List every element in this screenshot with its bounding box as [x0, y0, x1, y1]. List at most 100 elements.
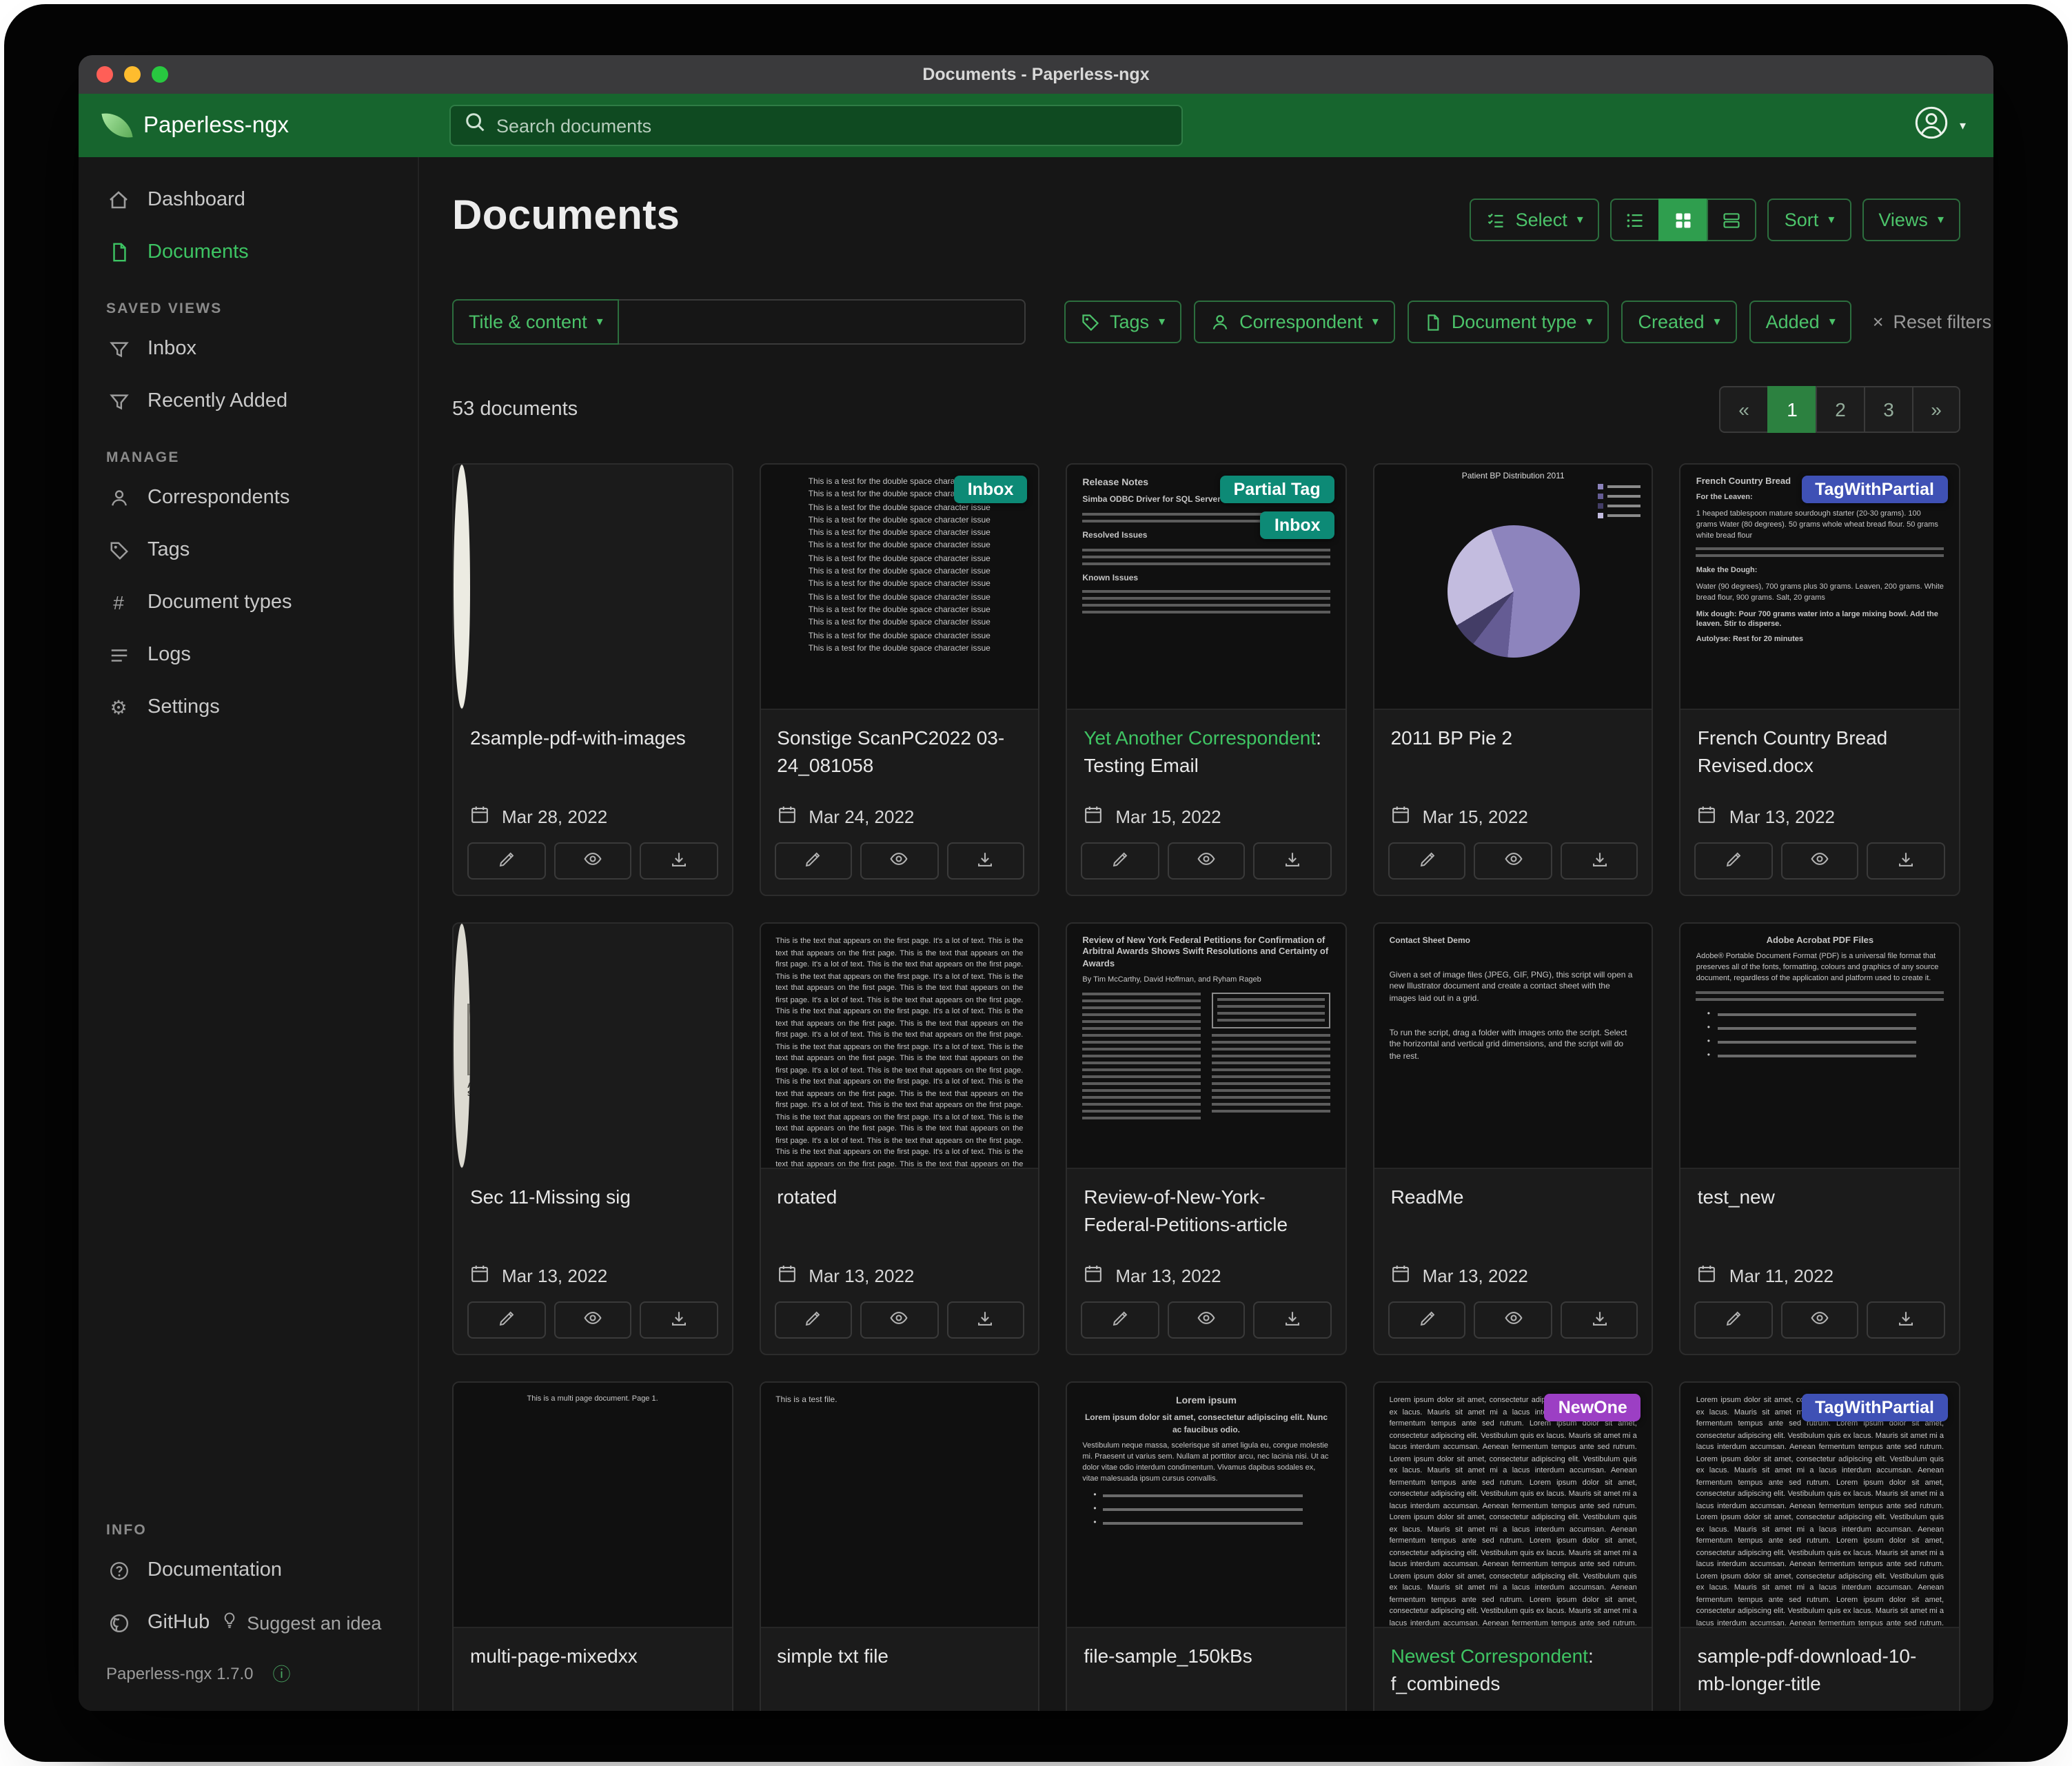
view-button[interactable] [553, 842, 631, 880]
document-type-filter-button[interactable]: Document type ▾ [1408, 301, 1609, 343]
document-correspondent[interactable]: Yet Another Correspondent [1084, 727, 1316, 749]
download-button[interactable] [1254, 842, 1332, 880]
document-thumbnail[interactable]: Adobe Acrobat PDF FilesAdobe® Portable D… [1681, 924, 1959, 1169]
sidebar-item-tags[interactable]: Tags [79, 524, 418, 576]
zoom-window-button[interactable] [152, 66, 168, 83]
global-search[interactable] [449, 105, 1183, 146]
pagination-prev-button[interactable]: « [1719, 386, 1767, 433]
edit-button[interactable] [1388, 1301, 1466, 1339]
brand[interactable]: Paperless-ngx [79, 112, 419, 139]
document-thumbnail[interactable]: This is a test file. [760, 1383, 1038, 1628]
view-button[interactable] [1781, 1301, 1859, 1339]
document-card[interactable]: Partial TagInboxRelease NotesSimba ODBC … [1066, 463, 1346, 896]
edit-button[interactable] [1695, 842, 1773, 880]
document-title[interactable]: Sonstige ScanPC2022 03-24_081058 [760, 710, 1038, 779]
edit-button[interactable] [467, 842, 545, 880]
close-window-button[interactable] [97, 66, 113, 83]
download-button[interactable] [1561, 842, 1638, 880]
view-button[interactable] [1781, 842, 1859, 880]
document-correspondent[interactable]: Newest Correspondent [1391, 1645, 1588, 1667]
grid-view-button[interactable] [1659, 199, 1707, 241]
document-thumbnail[interactable]: Partial TagInboxRelease NotesSimba ODBC … [1067, 465, 1345, 710]
tag-pill[interactable]: NewOne [1545, 1394, 1641, 1421]
edit-button[interactable] [1388, 842, 1466, 880]
download-button[interactable] [1867, 1301, 1945, 1339]
download-button[interactable] [1867, 842, 1945, 880]
added-filter-button[interactable]: Added ▾ [1749, 301, 1852, 343]
document-card[interactable]: 2sample-pdf-with-imagesMar 28, 2022 [452, 463, 733, 896]
document-title[interactable]: simple txt file [760, 1628, 1038, 1670]
document-title[interactable]: Sec 11-Missing sig [454, 1169, 731, 1211]
sidebar-item-document-types[interactable]: # Document types [79, 576, 418, 629]
document-card[interactable]: Patient BP Distribution 20112011 BP Pie … [1373, 463, 1654, 896]
download-button[interactable] [640, 842, 718, 880]
document-thumbnail[interactable]: TagWithPartialLorem ipsum dolor sit amet… [1681, 1383, 1959, 1628]
edit-button[interactable] [1695, 1301, 1773, 1339]
pagination-next-button[interactable]: » [1912, 386, 1960, 433]
edit-button[interactable] [1081, 1301, 1159, 1339]
user-menu[interactable]: ▾ [1914, 104, 1966, 147]
document-card[interactable]: Adobe Acrobat PDF FilesAdobe® Portable D… [1680, 922, 1960, 1355]
document-title[interactable]: Yet Another Correspondent: Testing Email [1067, 710, 1345, 779]
sidebar-item-documents[interactable]: Documents [79, 226, 418, 278]
document-card[interactable]: 1.1. CONTINUING MEDICAL EDUCAAttestation… [452, 922, 733, 1355]
document-thumbnail[interactable]: Contact Sheet DemoGiven a set of image f… [1374, 924, 1652, 1169]
document-thumbnail[interactable]: NewOneLorem ipsum dolor sit amet, consec… [1374, 1383, 1652, 1628]
document-title[interactable]: multi-page-mixedxx [454, 1628, 731, 1670]
list-view-button[interactable] [1611, 199, 1659, 241]
created-filter-button[interactable]: Created ▾ [1621, 301, 1736, 343]
download-button[interactable] [640, 1301, 718, 1339]
document-thumbnail[interactable]: Review of New York Federal Petitions for… [1067, 924, 1345, 1169]
download-button[interactable] [946, 1301, 1024, 1339]
views-button[interactable]: Views ▾ [1862, 199, 1960, 241]
detail-view-button[interactable] [1707, 199, 1757, 241]
document-card[interactable]: NewOneLorem ipsum dolor sit amet, consec… [1373, 1381, 1654, 1711]
document-title[interactable]: sample-pdf-download-10-mb-longer-title [1681, 1628, 1959, 1697]
document-title[interactable]: file-sample_150kBs [1067, 1628, 1345, 1670]
pagination-page-1[interactable]: 1 [1767, 386, 1816, 433]
document-card[interactable]: InboxThis is a test for the double space… [759, 463, 1039, 896]
pagination-page-3[interactable]: 3 [1864, 386, 1912, 433]
reset-filters-button[interactable]: × Reset filters [1873, 312, 1991, 332]
sort-button[interactable]: Sort ▾ [1768, 199, 1851, 241]
document-thumbnail[interactable]: 1.1. CONTINUING MEDICAL EDUCAAttestation… [454, 924, 470, 1169]
document-title[interactable]: French Country Bread Revised.docx [1681, 710, 1959, 779]
document-thumbnail[interactable] [454, 465, 470, 710]
document-card[interactable]: This is the text that appears on the fir… [759, 922, 1039, 1355]
view-button[interactable] [1474, 1301, 1552, 1339]
document-thumbnail[interactable]: Patient BP Distribution 2011 [1374, 465, 1652, 710]
document-thumbnail[interactable]: TagWithPartialFrench Country BreadFor th… [1681, 465, 1959, 710]
sidebar-item-inbox[interactable]: Inbox [79, 323, 418, 375]
tag-pill[interactable]: TagWithPartial [1801, 476, 1948, 503]
document-title[interactable]: ReadMe [1374, 1169, 1652, 1211]
view-button[interactable] [1474, 842, 1552, 880]
sidebar-item-settings[interactable]: ⚙ Settings [79, 681, 418, 733]
document-card[interactable]: TagWithPartialLorem ipsum dolor sit amet… [1680, 1381, 1960, 1711]
search-input[interactable] [496, 115, 1168, 136]
view-button[interactable] [1167, 842, 1245, 880]
minimize-window-button[interactable] [124, 66, 141, 83]
document-title[interactable]: 2sample-pdf-with-images [454, 710, 731, 752]
document-card[interactable]: Contact Sheet DemoGiven a set of image f… [1373, 922, 1654, 1355]
download-button[interactable] [1254, 1301, 1332, 1339]
tags-filter-button[interactable]: Tags ▾ [1064, 301, 1181, 343]
edit-button[interactable] [467, 1301, 545, 1339]
document-title[interactable]: rotated [760, 1169, 1038, 1211]
pagination-page-2[interactable]: 2 [1816, 386, 1864, 433]
correspondent-filter-button[interactable]: Correspondent ▾ [1194, 301, 1395, 343]
tag-pill[interactable]: Partial Tag [1220, 476, 1334, 503]
sidebar-item-github[interactable]: GitHub [79, 1596, 221, 1649]
edit-button[interactable] [774, 842, 852, 880]
info-icon[interactable]: ⓘ [272, 1660, 290, 1686]
document-card[interactable]: This is a multi page document. Page 1.mu… [452, 1381, 733, 1711]
document-card[interactable]: TagWithPartialFrench Country BreadFor th… [1680, 463, 1960, 896]
view-button[interactable] [860, 842, 938, 880]
document-thumbnail[interactable]: Lorem ipsumLorem ipsum dolor sit amet, c… [1067, 1383, 1345, 1628]
tag-pill[interactable]: Inbox [954, 476, 1028, 503]
edit-button[interactable] [774, 1301, 852, 1339]
sidebar-item-logs[interactable]: Logs [79, 629, 418, 681]
document-card[interactable]: This is a test file.simple txt file [759, 1381, 1039, 1711]
document-title[interactable]: Newest Correspondent: f_combineds [1374, 1628, 1652, 1697]
view-button[interactable] [553, 1301, 631, 1339]
sidebar-item-dashboard[interactable]: Dashboard [79, 174, 418, 226]
